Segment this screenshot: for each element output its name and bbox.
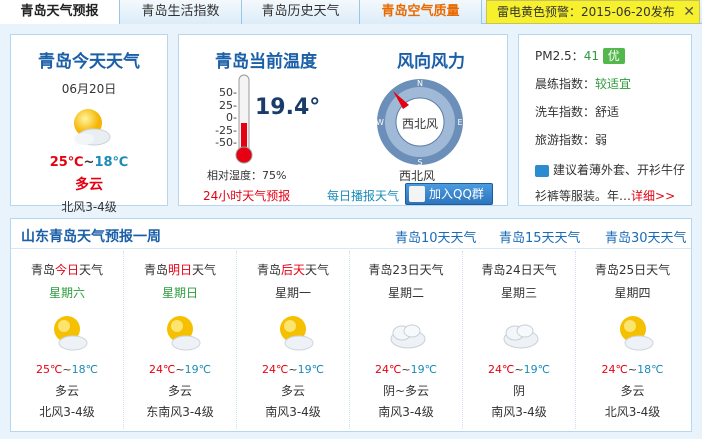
- day-wind: 东南风3-4级: [146, 405, 214, 419]
- pm25-row: PM2.5：41 优: [535, 47, 625, 64]
- cloud-icon: [497, 313, 541, 353]
- indices-panel: PM2.5：41 优 晨练指数：较适宜 洗车指数：舒适 旅游指数：弱 建议着薄外…: [518, 34, 692, 206]
- day-condition: 多云: [167, 384, 192, 398]
- day-card[interactable]: 青岛25日天气 星期四 24℃~18℃ 多云 北风3-4级: [576, 251, 689, 429]
- thunder-alert-banner[interactable]: 雷电黄色预警：2015-06-20发布 ✕: [486, 0, 700, 24]
- day-card[interactable]: 青岛今日天气 星期六 25℃~18℃ 多云 北风3-4级: [11, 251, 124, 429]
- scale-label: 50-: [219, 86, 237, 99]
- current-temp-title: 青岛当前温度: [215, 52, 317, 72]
- current-panel: 青岛当前温度 50- 25- 0- -25- -50- 19.4° 相对湿度：7…: [178, 34, 508, 206]
- day-card[interactable]: 青岛后天天气 星期一 24℃~19℃ 多云 南风3-4级: [237, 251, 350, 429]
- current-temperature: 19.4°: [255, 95, 321, 120]
- tab-bar: 青岛天气预报 青岛生活指数 青岛历史天气 青岛空气质量 雷电黄色预警：2015-…: [0, 0, 702, 25]
- car-wash-index-row: 洗车指数：舒适: [535, 105, 620, 119]
- travel-index-value: 弱: [595, 133, 608, 147]
- today-high: 25℃: [49, 155, 84, 170]
- daily-broadcast-link[interactable]: 每日播报天气: [327, 187, 399, 204]
- today-temperature: 25℃~18℃: [49, 155, 129, 170]
- sun-cloud-icon: [271, 313, 315, 353]
- today-date: 06月20日: [61, 82, 117, 96]
- cloud-icon: [384, 313, 428, 353]
- weekday: 星期四: [614, 286, 651, 300]
- weekday: 星期二: [387, 286, 424, 300]
- day-card[interactable]: 青岛23日天气 星期二 24℃~19℃ 阴~多云 南风3-4级: [350, 251, 463, 429]
- day-card[interactable]: 青岛24日天气 星期三 24℃~19℃ 阴 南风3-4级: [463, 251, 576, 429]
- today-condition: 多云: [75, 177, 103, 193]
- clothing-advice: 建议着薄外套、开衫牛仔衫裤等服装。年…详细>>: [535, 163, 686, 203]
- day-wind: 南风3-4级: [491, 405, 547, 419]
- day-card[interactable]: 青岛明日天气 星期日 24℃~19℃ 多云 东南风3-4级: [124, 251, 237, 429]
- shirt-icon: [535, 164, 549, 177]
- today-panel: 青岛今天天气 06月20日 25℃~18℃ 多云 北风3-4级: [10, 34, 168, 214]
- scale-label: 0-: [226, 111, 237, 124]
- day-wind: 北风3-4级: [39, 405, 95, 419]
- day-condition: 多云: [620, 384, 645, 398]
- morning-index-row: 晨练指数：较适宜: [535, 77, 632, 91]
- sun-cloud-icon: [64, 105, 114, 149]
- close-icon[interactable]: ✕: [683, 1, 695, 23]
- ten-day-link[interactable]: 青岛10天天气: [395, 227, 477, 246]
- tab-forecast[interactable]: 青岛天气预报: [0, 0, 120, 25]
- today-low: 18℃: [94, 155, 129, 170]
- pm25-value: 41: [583, 49, 599, 63]
- svg-text:S: S: [417, 158, 422, 167]
- sun-cloud-icon: [611, 313, 655, 353]
- compass-icon: N S W E 西北风: [375, 77, 465, 167]
- day-wind: 南风3-4级: [378, 405, 434, 419]
- hourly-forecast-link[interactable]: 24小时天气预报: [203, 187, 290, 204]
- svg-text:N: N: [417, 79, 423, 88]
- tab-life-index[interactable]: 青岛生活指数: [120, 0, 242, 24]
- sun-cloud-icon: [158, 313, 202, 353]
- day-condition: 阴~多云: [382, 384, 430, 398]
- car-wash-index-value: 舒适: [595, 105, 620, 119]
- tab-air-quality[interactable]: 青岛空气质量: [360, 0, 482, 24]
- qq-icon: [409, 186, 425, 202]
- weekday: 星期三: [500, 286, 537, 300]
- day-wind: 北风3-4级: [604, 405, 661, 419]
- week-title: 山东青岛天气预报一周: [21, 229, 161, 245]
- pm25-level-badge: 优: [602, 48, 625, 64]
- detail-link[interactable]: 详细>>: [631, 189, 675, 203]
- week-header: 山东青岛天气预报一周 青岛10天天气 青岛15天天气 青岛30天天气: [11, 219, 691, 249]
- today-wind: 北风3-4级: [61, 200, 117, 214]
- wind-direction: 西北风: [399, 169, 436, 183]
- join-qq-group-button[interactable]: 加入QQ群: [405, 183, 493, 205]
- weekday: 星期一: [274, 286, 311, 300]
- day-condition: 多云: [54, 384, 79, 398]
- day-wind: 南风3-4级: [265, 405, 321, 419]
- thirty-day-link[interactable]: 青岛30天天气: [605, 227, 687, 246]
- humidity: 相对湿度：75%: [207, 169, 287, 182]
- travel-index-row: 旅游指数：弱: [535, 133, 608, 147]
- day-condition: 多云: [280, 384, 305, 398]
- fifteen-day-link[interactable]: 青岛15天天气: [499, 227, 581, 246]
- week-forecast: 山东青岛天气预报一周 青岛10天天气 青岛15天天气 青岛30天天气 青岛今日天…: [10, 218, 692, 432]
- weekday: 星期六: [48, 286, 85, 300]
- morning-index-value: 较适宜: [595, 77, 632, 91]
- weekday: 星期日: [161, 286, 198, 300]
- wind-title: 风向风力: [397, 52, 465, 72]
- scale-label: -50-: [215, 136, 237, 149]
- sun-cloud-icon: [45, 313, 89, 353]
- today-title: 青岛今天天气: [38, 52, 140, 72]
- tab-history[interactable]: 青岛历史天气: [242, 0, 360, 24]
- alert-text: 雷电黄色预警：2015-06-20发布: [497, 5, 675, 19]
- wind-direction-center: 西北风: [401, 117, 438, 131]
- day-condition: 阴: [512, 384, 525, 398]
